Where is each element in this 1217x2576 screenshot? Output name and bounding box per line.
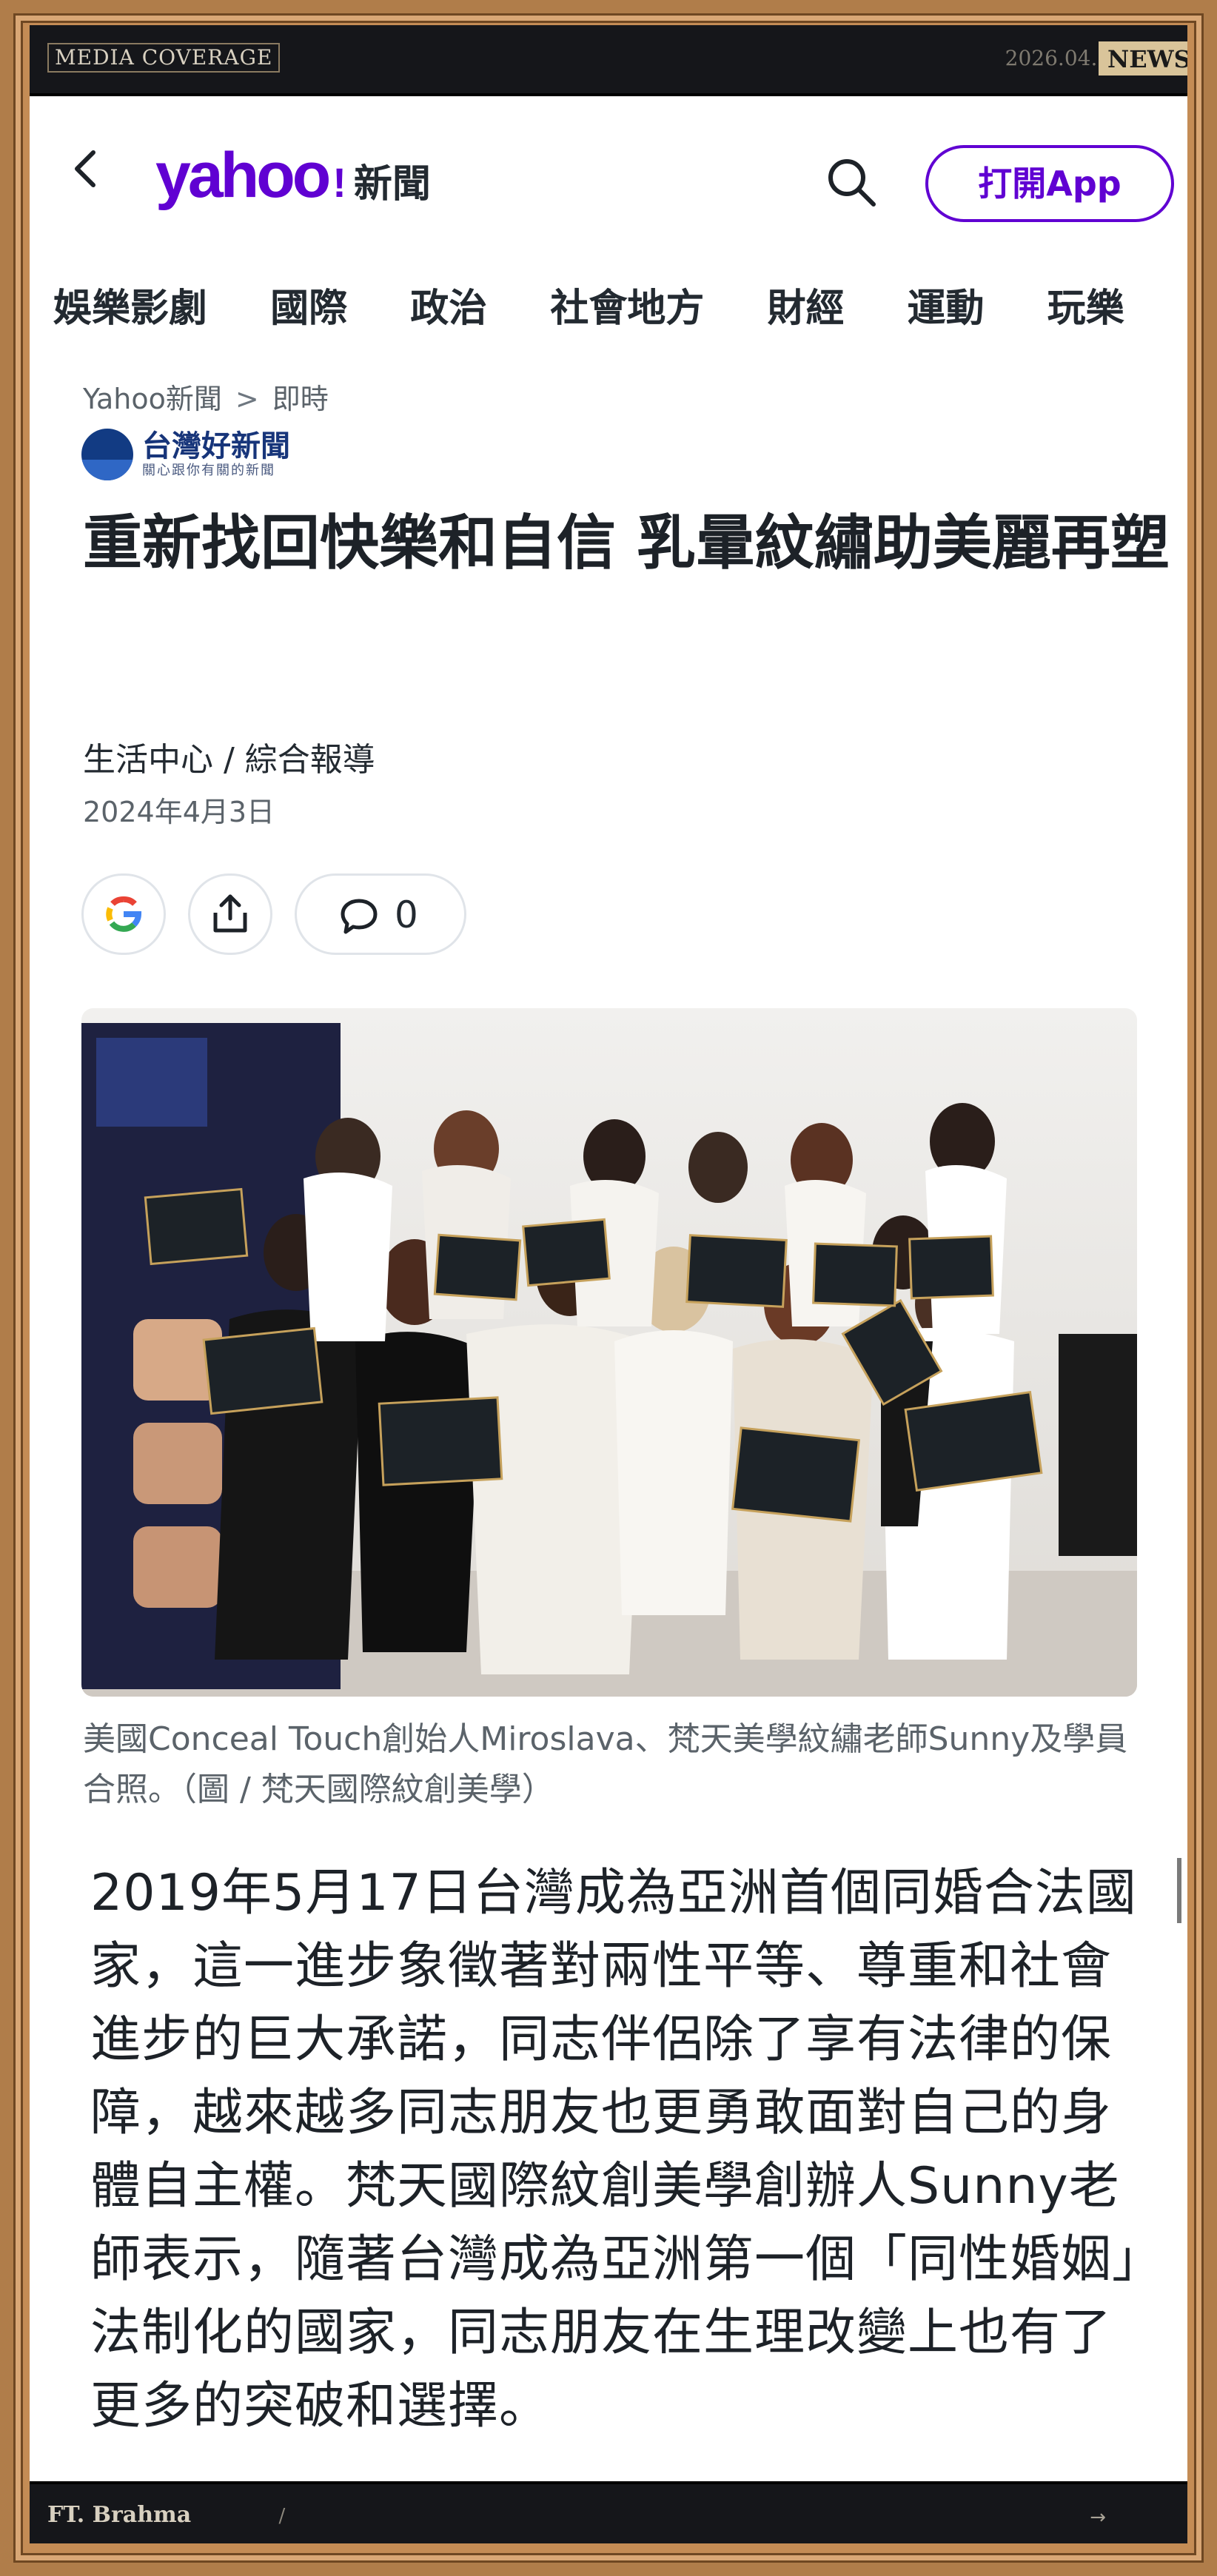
- category-tab[interactable]: 國際: [270, 277, 347, 332]
- back-chevron-icon: [75, 150, 95, 187]
- logo-mark: !: [332, 159, 346, 206]
- scrollbar-thumb[interactable]: [1177, 1858, 1181, 1923]
- article-headline: 重新找回快樂和自信 乳暈紋繡助美麗再塑: [83, 509, 1170, 577]
- brand-subtitle: /: [195, 2505, 324, 2527]
- overlay-top-bar: MEDIA COVERAGE 2026.04.08 NEWS: [30, 25, 1187, 96]
- category-tab[interactable]: 財經: [767, 277, 844, 332]
- logo-suffix: 新聞: [353, 162, 431, 207]
- breadcrumb: Yahoo新聞 > 即時: [83, 376, 329, 417]
- article-date: 2024年4月3日: [83, 796, 275, 828]
- article-body: 2019年5月17日台灣成為亞洲首個同婚合法國家，這一進步象徵著對兩性平等、尊重…: [90, 1864, 1139, 2435]
- google-button[interactable]: [81, 873, 166, 955]
- breadcrumb-home[interactable]: Yahoo新聞: [83, 383, 222, 415]
- photo-caption: 美國Conceal Touch創始人Miroslava、梵天美學紋繡老師Sunn…: [83, 1720, 1128, 1808]
- category-tab[interactable]: 社會地方: [550, 277, 704, 332]
- back-button[interactable]: [65, 147, 110, 191]
- category-tab[interactable]: 玩樂: [1047, 277, 1124, 332]
- comment-icon: [341, 899, 378, 934]
- group-photo-image: [81, 1008, 1137, 1697]
- overlay-brand: FT. Brahma /: [47, 2500, 323, 2528]
- source-logo[interactable]: 台灣好新聞 關心跟你有關的新聞: [81, 426, 290, 483]
- article-photo[interactable]: [81, 1008, 1137, 1697]
- open-app-button[interactable]: 打開App: [925, 145, 1174, 222]
- brand-name: FT. Brahma: [47, 2502, 192, 2528]
- category-tab[interactable]: 政治: [410, 277, 487, 332]
- breadcrumb-section[interactable]: 即時: [272, 383, 329, 415]
- category-nav: 娛樂影劇 國際 政治 社會地方 財經 運動 玩樂: [53, 277, 1187, 336]
- search-button[interactable]: [822, 152, 881, 212]
- comments-button[interactable]: 0: [295, 873, 466, 955]
- article-page: yahoo ! 新聞 打開App 娛樂影劇 國際 政治 社會地方 財經 運動 玩…: [30, 96, 1187, 2481]
- source-tagline: 關心跟你有關的新聞: [142, 463, 275, 478]
- site-header: yahoo ! 新聞 打開App: [30, 96, 1187, 222]
- breadcrumb-separator: >: [235, 383, 259, 415]
- news-tag: NEWS: [1099, 41, 1187, 76]
- source-name: 台灣好新聞: [142, 429, 290, 463]
- article-byline: 生活中心 / 綜合報導: [83, 741, 375, 779]
- google-icon: [106, 896, 142, 932]
- media-coverage-tag: MEDIA COVERAGE: [47, 43, 281, 73]
- category-tab[interactable]: 娛樂影劇: [53, 277, 207, 332]
- share-icon: [213, 894, 247, 933]
- share-button[interactable]: [188, 873, 272, 955]
- overlay-more-link: →: [1045, 2506, 1106, 2529]
- overlay-bottom-bar: FT. Brahma / →: [30, 2481, 1187, 2543]
- category-tab[interactable]: 運動: [908, 277, 985, 332]
- yahoo-news-logo[interactable]: yahoo ! 新聞: [155, 139, 431, 211]
- source-emblem: [81, 429, 133, 480]
- logo-word: yahoo: [155, 140, 331, 211]
- search-icon: [828, 159, 876, 207]
- comment-count: 0: [395, 893, 418, 936]
